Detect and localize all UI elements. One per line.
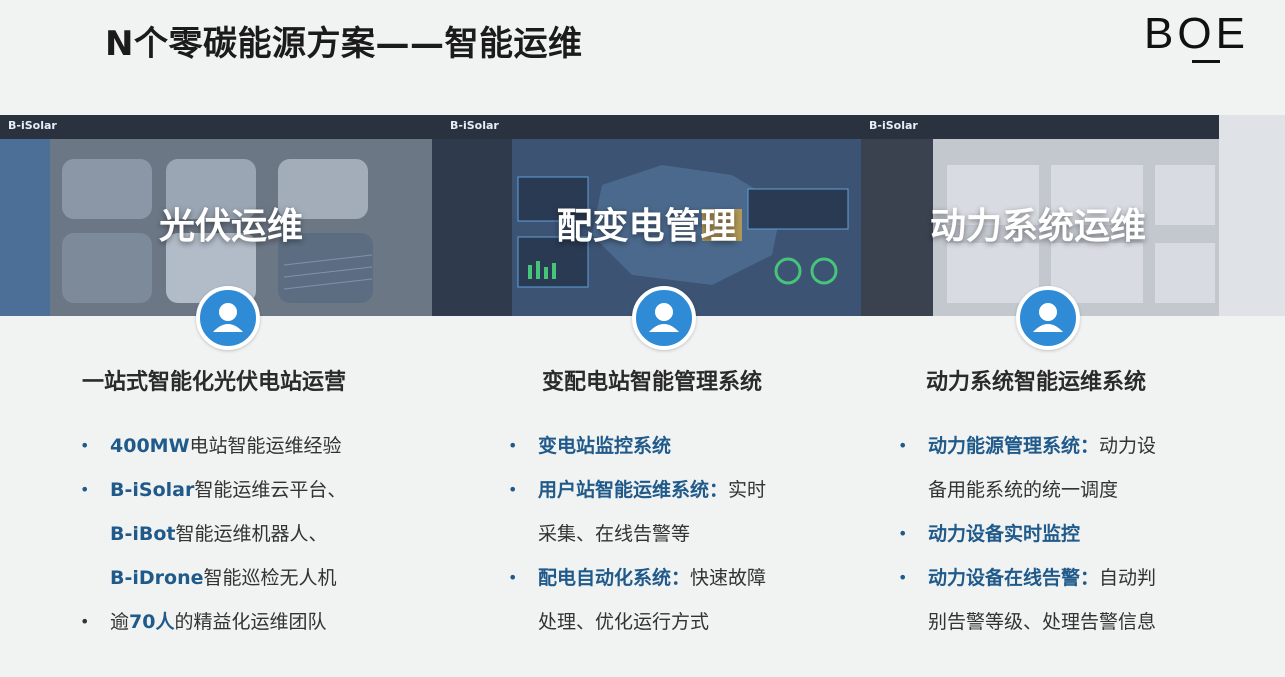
app-topbar: B-iSolar [0, 115, 432, 139]
item-highlight: 动力能源管理系统： [928, 435, 1100, 457]
banner-pv-ops: B-iSolar 光伏运维 [0, 115, 432, 316]
banner-power-ops: B-iSolar 动力系统运维 [861, 115, 1285, 316]
list-item: • 配电自动化系统：快速故障 [508, 567, 767, 589]
item-highlight: B-iBot [110, 523, 176, 545]
list-item-continued: B-iBot智能运维机器人、 [80, 512, 346, 556]
item-text: 的精益化运维团队 [174, 611, 327, 633]
power-feature-list: • 动力能源管理系统：动力设 备用能系统的统一调度 • 动力设备实时监控 • 动力设备… [898, 424, 1156, 644]
list-item-continued: 采集、在线告警等 [508, 512, 766, 556]
item-text: 实时 [728, 479, 767, 501]
item-text: 电站智能运维经验 [189, 435, 342, 457]
pv-feature-list: • 400MW电站智能运维经验 • B-iSolar智能运维云平台、 B-iBot智… [80, 424, 346, 644]
boe-logo: BOE [1144, 12, 1256, 64]
list-item-continued: 别告警等级、处理告警信息 [898, 600, 1156, 644]
list-item: • 动力设备在线告警：自动判 [898, 567, 1157, 589]
screen-brand: B-iSolar [869, 119, 918, 132]
app-topbar: B-iSolar [432, 115, 861, 139]
item-text: 处理、优化运行方式 [538, 611, 710, 633]
item-highlight: 动力设备在线告警： [928, 567, 1100, 589]
list-item: • 动力能源管理系统：动力设 [898, 435, 1157, 457]
item-highlight: B-iSolar [110, 479, 195, 501]
item-text: 采集、在线告警等 [538, 523, 691, 545]
banner-distribution: B-iSolar 配变电管理 [432, 115, 861, 316]
list-item-continued: B-iDrone智能巡检无人机 [80, 556, 346, 600]
item-text: 智能运维机器人、 [175, 523, 328, 545]
item-highlight: B-iDrone [110, 567, 204, 589]
item-text: 智能运维云平台、 [194, 479, 347, 501]
column-heading: 一站式智能化光伏电站运营 [82, 370, 347, 395]
item-highlight: 70人 [129, 611, 175, 633]
list-item: • 逾70人的精益化运维团队 [80, 611, 327, 633]
screen-brand: B-iSolar [8, 119, 57, 132]
user-icon [196, 286, 260, 350]
item-text: 备用能系统的统一调度 [928, 479, 1119, 501]
item-highlight: 动力设备实时监控 [928, 523, 1081, 545]
list-item: • B-iSolar智能运维云平台、 [80, 479, 347, 501]
list-item: • 动力设备实时监控 [898, 523, 1081, 545]
logo-underline [1192, 60, 1220, 63]
item-text: 智能巡检无人机 [203, 567, 337, 589]
screen-brand: B-iSolar [450, 119, 499, 132]
item-highlight: 变电站监控系统 [538, 435, 672, 457]
banner-label: 动力系统运维 [929, 206, 1146, 247]
user-icon [632, 286, 696, 350]
banner-label: 光伏运维 [158, 206, 303, 247]
app-topbar: B-iSolar [861, 115, 1219, 139]
user-icon [1016, 286, 1080, 350]
item-highlight: 400MW [110, 435, 190, 457]
item-text: 逾 [110, 611, 130, 633]
item-text: 动力设 [1099, 435, 1157, 457]
list-item-continued: 备用能系统的统一调度 [898, 468, 1156, 512]
column-heading: 动力系统智能运维系统 [926, 370, 1147, 395]
list-item: • 变电站监控系统 [508, 435, 672, 457]
item-highlight: 配电自动化系统： [538, 567, 691, 589]
distribution-feature-list: • 变电站监控系统 • 用户站智能运维系统：实时 采集、在线告警等 • 配电自动化系统… [508, 424, 766, 644]
list-item-continued: 处理、优化运行方式 [508, 600, 766, 644]
logo-text: BOE [1144, 9, 1249, 58]
column-heading: 变配电站智能管理系统 [542, 370, 763, 395]
slide-title: N个零碳能源方案——智能运维 [105, 24, 583, 64]
list-item: • 400MW电站智能运维经验 [80, 435, 342, 457]
item-text: 别告警等级、处理告警信息 [928, 611, 1157, 633]
list-item: • 用户站智能运维系统：实时 [508, 479, 767, 501]
item-text: 快速故障 [690, 567, 767, 589]
banner-label: 配变电管理 [556, 206, 737, 247]
item-text: 自动判 [1099, 567, 1157, 589]
item-highlight: 用户站智能运维系统： [538, 479, 729, 501]
